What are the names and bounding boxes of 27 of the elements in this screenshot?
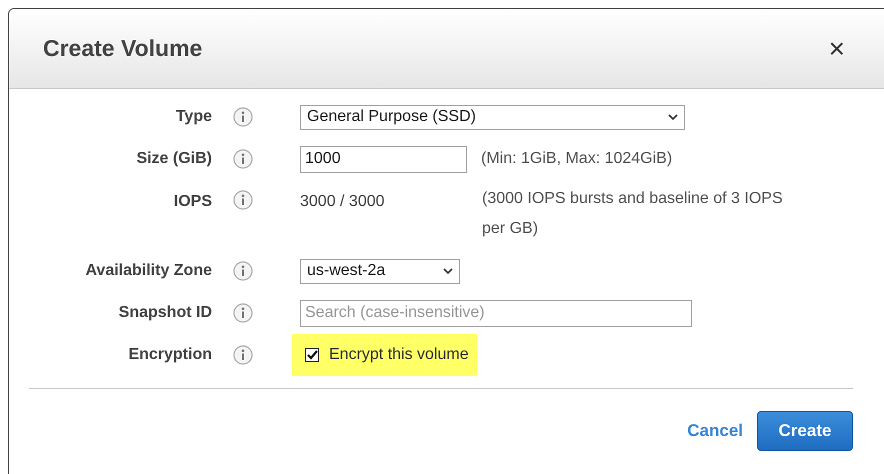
info-icon[interactable] <box>233 303 253 323</box>
caret-icon <box>443 268 453 274</box>
field-label: Availability Zone <box>84 261 212 281</box>
field-label: Encryption <box>127 345 212 365</box>
field-label: Type <box>174 107 212 127</box>
field-value: 3000 / 3000 <box>300 192 386 212</box>
create-button[interactable]: Create <box>757 411 853 451</box>
info-icon[interactable] <box>233 149 253 169</box>
field-label: IOPS <box>172 192 212 212</box>
info-icon[interactable] <box>233 190 253 210</box>
checkbox[interactable] <box>305 348 319 362</box>
field-label: Size (GiB) <box>135 149 212 169</box>
info-icon[interactable] <box>233 345 253 365</box>
info-icon[interactable] <box>233 261 253 281</box>
dialog-title: Create Volume <box>43 34 204 64</box>
field-label: Snapshot ID <box>118 303 212 323</box>
checkbox-option[interactable]: Encrypt this volume <box>292 334 477 376</box>
hint-text: (Min: 1GiB, Max: 1024GiB) <box>481 149 672 169</box>
input-field[interactable]: Search (case-insensitive) <box>300 300 692 326</box>
input-field[interactable]: 1000 <box>300 146 467 172</box>
dropdown[interactable]: General Purpose (SSD) <box>300 104 685 130</box>
info-icon[interactable] <box>233 107 253 127</box>
caret-icon <box>668 114 678 120</box>
close-button[interactable]: × <box>828 34 845 62</box>
cancel-link[interactable]: Cancel <box>687 418 743 444</box>
dropdown[interactable]: us-west-2a <box>300 258 460 284</box>
hint-text: (3000 IOPS bursts and baseline of 3 IOPS per GB) <box>482 189 784 239</box>
